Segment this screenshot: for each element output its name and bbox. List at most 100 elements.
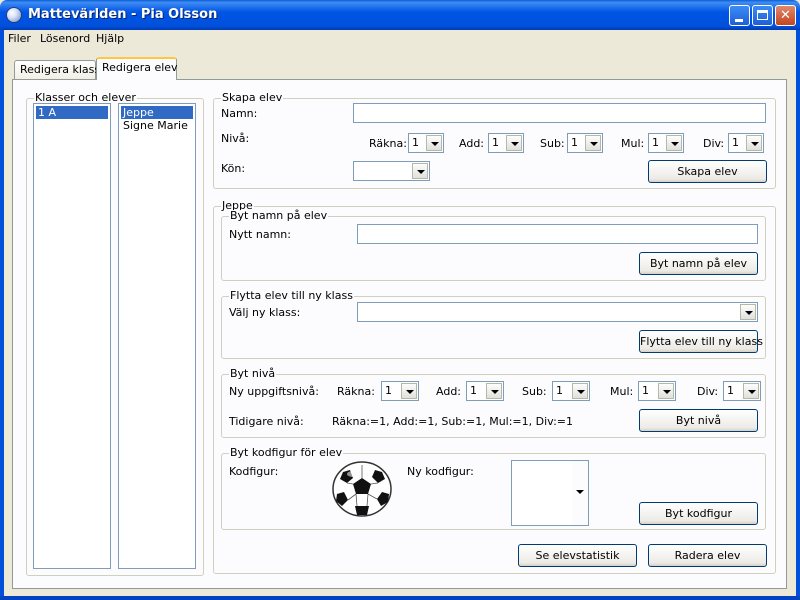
move-group-title: Flytta elev till ny klass: [229, 289, 354, 302]
combo-value: 1: [470, 384, 477, 397]
name-label: Namn:: [221, 107, 258, 120]
delete-student-button[interactable]: Radera elev: [648, 544, 767, 567]
gender-label: Kön:: [221, 162, 246, 175]
window-frame-left: [0, 30, 4, 600]
create-level-div-select[interactable]: 1: [728, 133, 764, 153]
chevron-down-icon: [417, 170, 425, 174]
dropdown-button[interactable]: [585, 135, 601, 151]
change-level-add-label: Add:: [436, 385, 462, 398]
change-level-add-select[interactable]: 1: [466, 381, 504, 401]
new-code-figure-label: Ny kodfigur:: [407, 465, 474, 478]
change-level-mul-label: Mul:: [610, 385, 634, 398]
create-level-add-label: Add:: [459, 137, 485, 150]
rename-group-title: Byt namn på elev: [229, 209, 329, 222]
chevron-down-icon: [406, 390, 414, 394]
new-name-label: Nytt namn:: [229, 228, 291, 241]
window-title: Mattevärlden - Pia Olsson: [28, 7, 218, 22]
class-listbox[interactable]: 1 A: [33, 103, 111, 569]
dropdown-button[interactable]: [486, 383, 502, 399]
student-item-jeppe[interactable]: Jeppe: [121, 106, 193, 119]
level-group-title: Byt nivå: [229, 367, 277, 380]
combo-value: 1: [727, 384, 734, 397]
combo-value: 1: [571, 136, 578, 149]
new-name-input[interactable]: [357, 224, 758, 244]
maximize-icon: [757, 10, 768, 20]
create-level-sub-select[interactable]: 1: [567, 133, 603, 153]
create-student-button[interactable]: Skapa elev: [648, 160, 767, 183]
gender-select[interactable]: [353, 161, 430, 181]
dropdown-button[interactable]: [426, 135, 442, 151]
level-label: Nivå:: [221, 132, 250, 145]
change-level-rakna-label: Räkna:: [337, 385, 375, 398]
soccer-ball-icon: [331, 460, 393, 518]
create-level-mul-label: Mul:: [621, 137, 645, 150]
minimize-icon: [735, 19, 743, 22]
dropdown-button[interactable]: [506, 135, 522, 151]
change-level-div-label: Div:: [697, 385, 719, 398]
name-input[interactable]: [353, 103, 766, 123]
dropdown-button[interactable]: [746, 135, 762, 151]
dropdown-button[interactable]: [740, 304, 756, 320]
combo-value: 1: [385, 384, 392, 397]
dropdown-button[interactable]: [658, 383, 674, 399]
dropdown-button[interactable]: [401, 383, 417, 399]
code-figure-label: Kodfigur:: [229, 465, 279, 478]
chevron-down-icon: [751, 142, 759, 146]
code-figure-group-title: Byt kodfigur för elev: [229, 446, 344, 459]
combo-value: 1: [732, 136, 739, 149]
chevron-down-icon: [590, 142, 598, 146]
chevron-down-icon: [511, 142, 519, 146]
change-level-button[interactable]: Byt nivå: [639, 409, 758, 432]
menu-losenord[interactable]: Lösenord: [40, 31, 90, 47]
create-level-add-select[interactable]: 1: [488, 133, 524, 153]
change-level-mul-select[interactable]: 1: [638, 381, 676, 401]
dropdown-button[interactable]: [412, 163, 428, 179]
new-class-label: Välj ny klass:: [229, 306, 301, 319]
chevron-down-icon: [745, 311, 753, 315]
dropdown-button[interactable]: [743, 383, 759, 399]
tab-redigera-klass[interactable]: Redigera klass: [14, 60, 100, 80]
change-level-sub-label: Sub:: [522, 385, 547, 398]
student-item-signe-marie[interactable]: Signe Marie: [121, 119, 193, 132]
student-statistics-button[interactable]: Se elevstatistik: [518, 544, 637, 567]
new-code-figure-dropdown-button[interactable]: [572, 461, 588, 525]
menu-hjalp[interactable]: Hjälp: [96, 31, 124, 47]
move-student-button[interactable]: Flytta elev till ny klass: [639, 330, 763, 353]
dropdown-button[interactable]: [572, 383, 588, 399]
student-listbox[interactable]: Jeppe Signe Marie: [118, 103, 196, 569]
combo-value: 1: [652, 136, 659, 149]
chevron-down-icon: [576, 490, 584, 494]
window-frame-bottom: [0, 596, 800, 600]
app-icon[interactable]: [6, 7, 22, 23]
create-level-mul-select[interactable]: 1: [648, 133, 684, 153]
combo-value: 1: [412, 136, 419, 149]
window-frame-right: [796, 30, 800, 600]
chevron-down-icon: [663, 390, 671, 394]
create-level-rakna-label: Räkna:: [369, 137, 407, 150]
maximize-button[interactable]: [752, 5, 773, 26]
change-level-div-select[interactable]: 1: [723, 381, 761, 401]
rename-student-button[interactable]: Byt namn på elev: [639, 252, 758, 275]
tab-redigera-elev[interactable]: Redigera elev: [96, 57, 178, 80]
change-level-sub-select[interactable]: 1: [552, 381, 590, 401]
create-student-title: Skapa elev: [221, 91, 284, 104]
create-level-rakna-select[interactable]: 1: [408, 133, 444, 153]
change-level-rakna-select[interactable]: 1: [381, 381, 419, 401]
change-code-figure-button[interactable]: Byt kodfigur: [639, 502, 758, 525]
create-level-div-label: Div:: [703, 137, 725, 150]
combo-value: 1: [556, 384, 563, 397]
chevron-down-icon: [431, 142, 439, 146]
chevron-down-icon: [748, 390, 756, 394]
dropdown-button[interactable]: [666, 135, 682, 151]
chevron-down-icon: [491, 390, 499, 394]
menu-filer[interactable]: Filer: [8, 31, 31, 47]
new-class-select[interactable]: [357, 302, 758, 322]
minimize-button[interactable]: [729, 5, 750, 26]
chevron-down-icon: [577, 390, 585, 394]
close-icon: ✕: [780, 8, 791, 23]
close-button[interactable]: ✕: [775, 5, 796, 26]
chevron-down-icon: [671, 142, 679, 146]
previous-level-label: Tidigare nivå:: [229, 415, 304, 428]
new-level-label: Ny uppgiftsnivå:: [229, 385, 319, 398]
class-item-1a[interactable]: 1 A: [36, 106, 108, 119]
